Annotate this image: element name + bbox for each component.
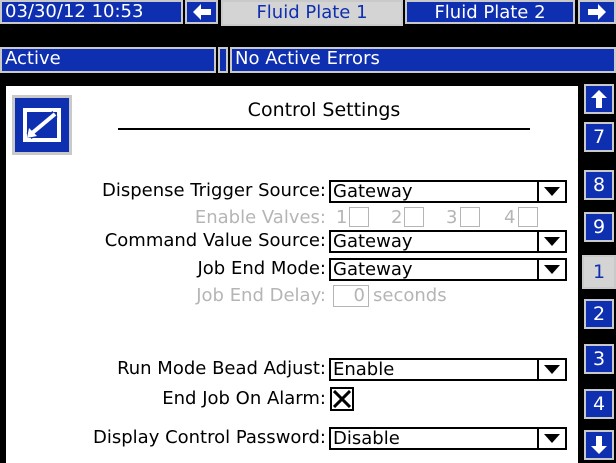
tab-next-button[interactable]: [578, 0, 616, 24]
checkmark-x-icon: [333, 390, 351, 408]
arrow-left-icon: [192, 4, 211, 20]
end-job-alarm-label: End Job On Alarm:: [162, 388, 326, 409]
error-status: No Active Errors: [230, 47, 616, 73]
display-password-select[interactable]: Disable: [329, 427, 567, 450]
tab-fluid-plate-1[interactable]: Fluid Plate 1: [221, 0, 403, 26]
chevron-down-icon: [537, 232, 565, 251]
title-divider: [118, 128, 530, 130]
tab-prev-button[interactable]: [185, 0, 218, 24]
status-divider: [218, 47, 228, 73]
job-end-delay-unit: seconds: [373, 285, 447, 306]
display-password-value: Disable: [333, 428, 400, 449]
job-end-mode-select[interactable]: Gateway: [329, 258, 567, 281]
run-mode-bead-value: Enable: [333, 359, 395, 380]
chevron-down-icon: [537, 182, 565, 201]
command-value-value: Gateway: [333, 231, 413, 252]
arrow-right-icon: [588, 4, 606, 20]
page-button-3[interactable]: 3: [584, 344, 614, 374]
dispense-trigger-value: Gateway: [333, 181, 413, 202]
chevron-down-icon: [537, 360, 565, 379]
command-value-label: Command Value Source:: [104, 230, 326, 251]
valve-4-checkbox[interactable]: [518, 207, 538, 227]
arrow-up-icon: [591, 90, 607, 108]
job-end-mode-value: Gateway: [333, 259, 413, 280]
valve-3-label: 3: [446, 207, 458, 228]
job-end-delay-label: Job End Delay:: [196, 285, 326, 306]
page-button-8[interactable]: 8: [584, 170, 614, 200]
dispense-trigger-select[interactable]: Gateway: [329, 180, 567, 203]
page-button-7[interactable]: 7: [584, 122, 614, 152]
valve-1-checkbox[interactable]: [349, 207, 369, 227]
end-job-alarm-checkbox[interactable]: [330, 387, 354, 411]
valve-1-label: 1: [336, 207, 348, 228]
command-value-select[interactable]: Gateway: [329, 230, 567, 253]
chevron-down-icon: [537, 429, 565, 448]
panel-title: Control Settings: [247, 99, 401, 121]
valve-2-label: 2: [391, 207, 403, 228]
scroll-down-button[interactable]: [584, 430, 614, 460]
dispense-trigger-label: Dispense Trigger Source:: [101, 180, 326, 201]
run-mode-bead-label: Run Mode Bead Adjust:: [117, 358, 326, 379]
page-button-1[interactable]: 1: [582, 255, 616, 289]
scroll-up-button[interactable]: [584, 84, 614, 114]
page-button-9[interactable]: 9: [584, 212, 614, 242]
edit-button[interactable]: [12, 95, 72, 155]
page-button-2[interactable]: 2: [584, 299, 614, 329]
valve-3-checkbox[interactable]: [460, 207, 480, 227]
enable-valves-label: Enable Valves:: [194, 207, 326, 228]
system-status: Active: [0, 47, 216, 73]
valve-4-label: 4: [504, 207, 516, 228]
page-button-4[interactable]: 4: [584, 389, 614, 419]
valve-2-checkbox[interactable]: [404, 207, 424, 227]
job-end-mode-label: Job End Mode:: [197, 258, 326, 279]
display-password-label: Display Control Password:: [93, 427, 326, 448]
arrow-down-icon: [591, 436, 607, 454]
run-mode-bead-select[interactable]: Enable: [329, 358, 567, 381]
datetime-display: 03/30/12 10:53: [0, 0, 183, 24]
tab-fluid-plate-2[interactable]: Fluid Plate 2: [405, 0, 575, 24]
job-end-delay-input[interactable]: 0: [333, 285, 369, 307]
edit-icon: [23, 108, 61, 142]
chevron-down-icon: [537, 260, 565, 279]
